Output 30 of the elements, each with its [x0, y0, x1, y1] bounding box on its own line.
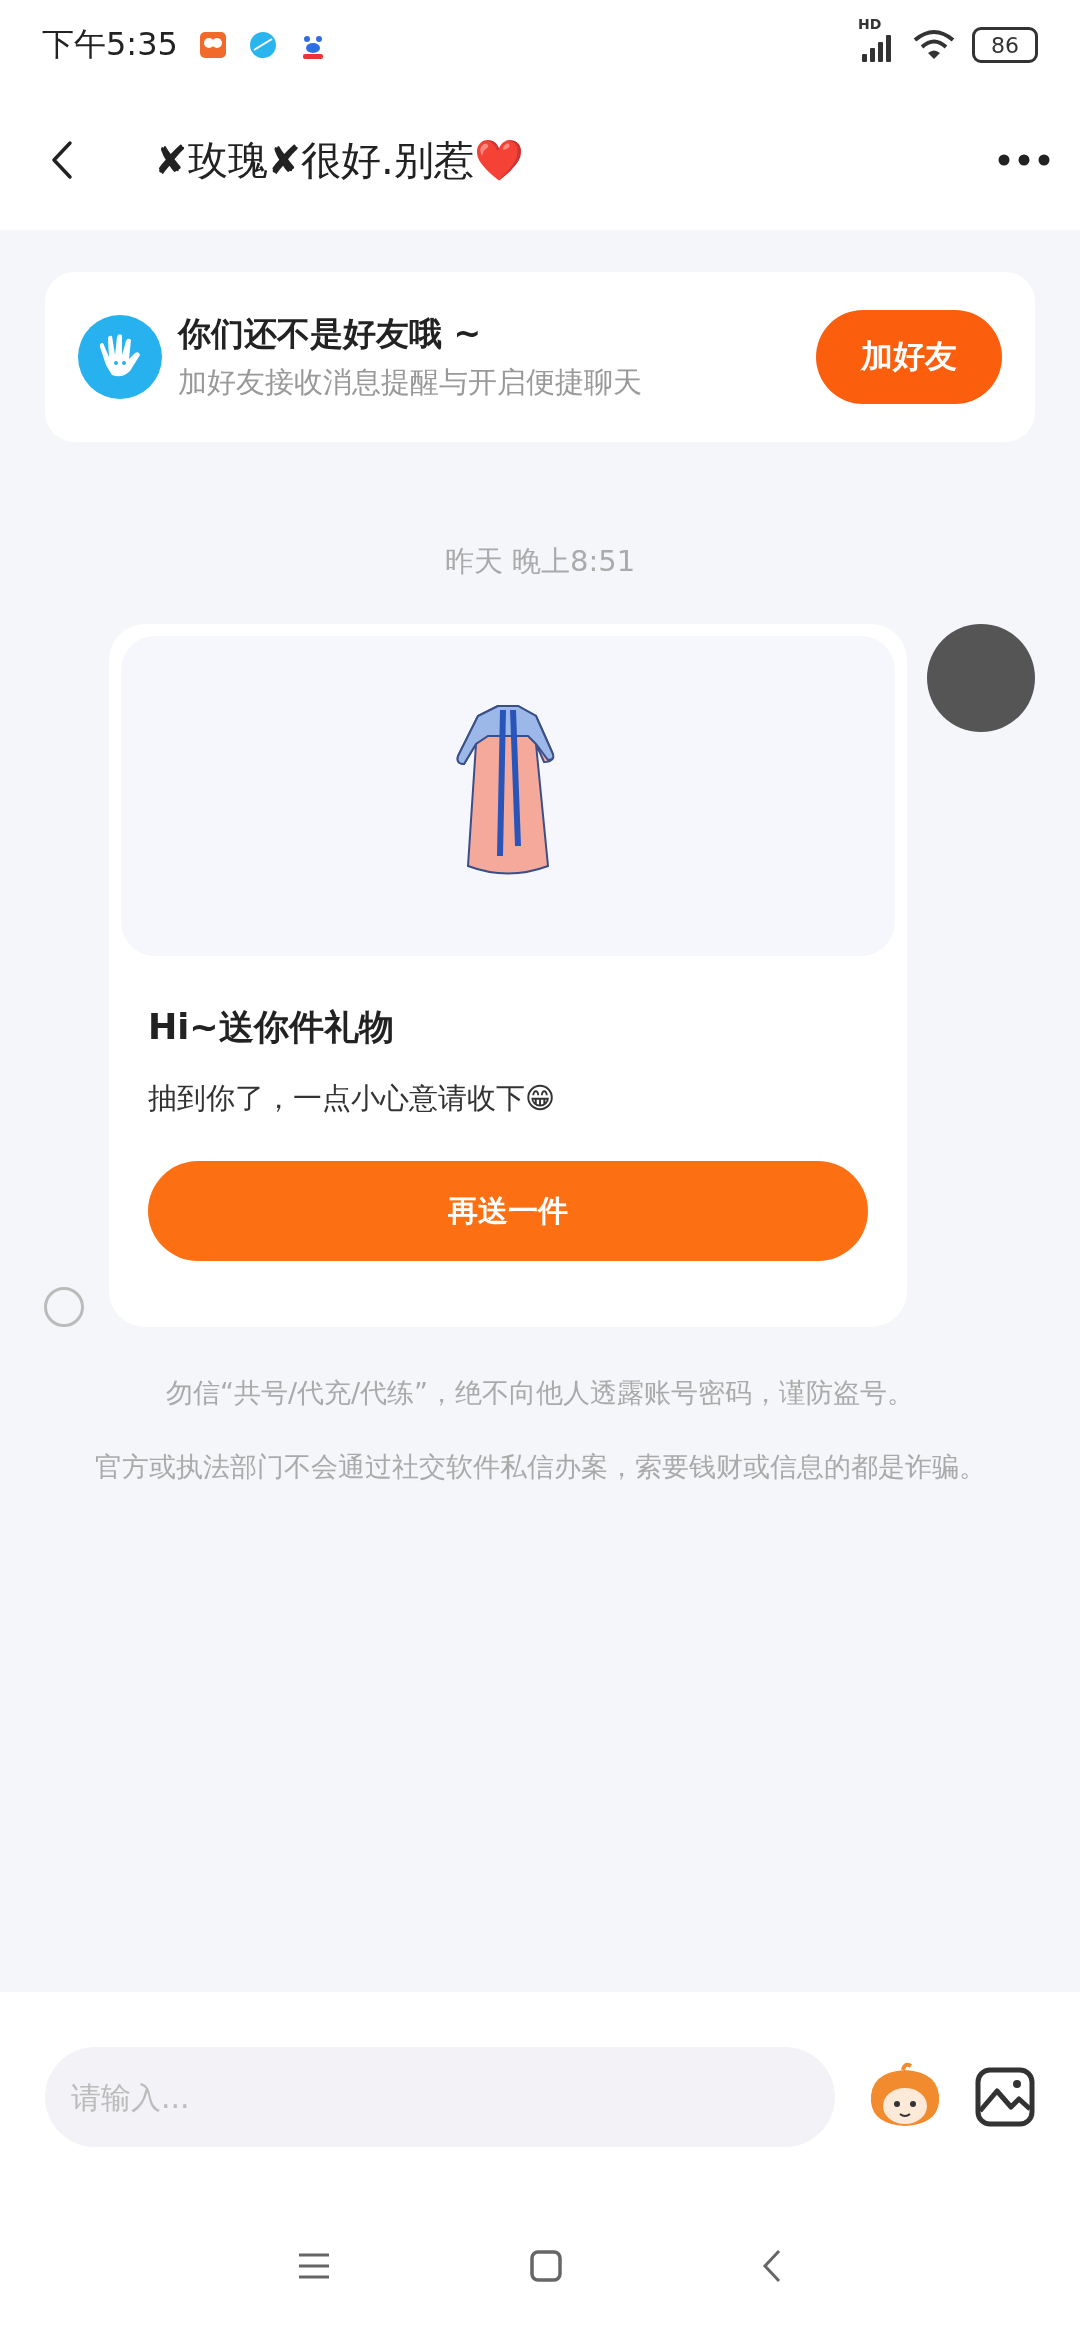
app-notification-icon [197, 30, 228, 60]
message-input[interactable]: 请输入... [45, 2047, 835, 2147]
safety-notice: 官方或执法部门不会通过社交软件私信办案，索要钱财或信息的都是诈骗。 [93, 1450, 987, 1484]
home-button[interactable] [530, 2250, 562, 2282]
battery-level: 86 [991, 32, 1019, 58]
back-nav-button[interactable] [762, 2249, 782, 2283]
menu-button[interactable] [298, 2253, 330, 2279]
safety-notice: 勿信“共号/代充/代练”，绝不向他人透露账号密码，谨防盗号。 [164, 1376, 916, 1410]
select-radio[interactable] [44, 1287, 84, 1327]
message-timestamp: 昨天 晚上8:51 [443, 543, 637, 580]
gift-message: 抽到你了，一点小心意请收下😁 [148, 1080, 557, 1117]
banner-subtitle: 加好友接收消息提醒与开启便捷聊天 [178, 363, 643, 401]
menu-icon [298, 2253, 330, 2279]
gift-title: Hi~送你件礼物 [148, 1006, 395, 1049]
back-icon [762, 2249, 782, 2283]
more-icon [998, 154, 1050, 166]
image-icon[interactable] [975, 2067, 1035, 2127]
send-another-button[interactable]: 再送一件 [148, 1161, 868, 1261]
waving-hand-icon [78, 315, 162, 399]
chat-title: ✘玫瑰✘很好.别惹❤ [154, 135, 525, 185]
add-friend-button[interactable]: 加好友 [816, 310, 1002, 404]
more-button[interactable] [998, 154, 1050, 166]
banner-title: 你们还不是好友哦 ~ [178, 312, 483, 355]
back-button[interactable] [50, 140, 74, 180]
wifi-icon [912, 28, 956, 62]
status-time: 下午5:35 [42, 24, 178, 65]
network-label: HD [858, 16, 882, 32]
back-icon [50, 140, 74, 180]
app-notification-icon [247, 30, 278, 60]
square-icon [530, 2250, 562, 2282]
